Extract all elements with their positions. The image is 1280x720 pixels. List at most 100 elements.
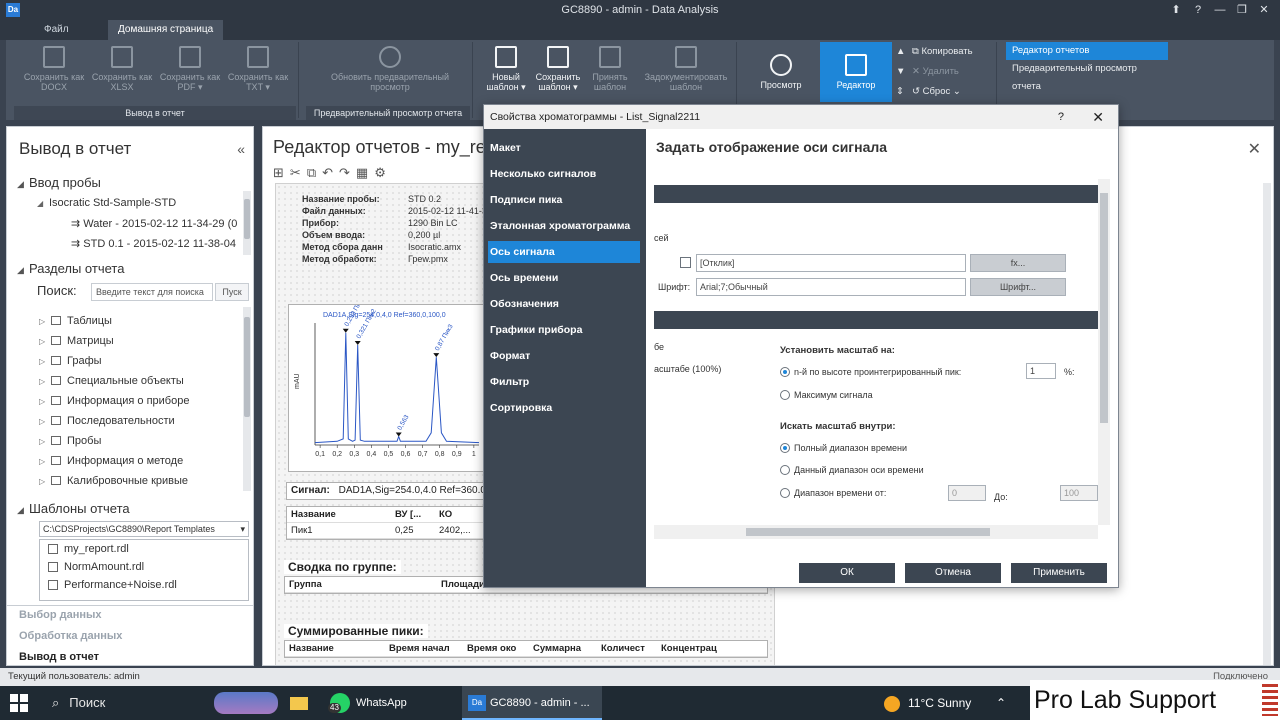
scale-nth-peak-radio[interactable] <box>780 367 790 377</box>
nav-multiple-signals[interactable]: Несколько сигналов <box>488 163 640 185</box>
tree-item-injection[interactable]: ⇉ Water - 2015-02-12 11-34-29 (0 <box>71 217 237 230</box>
reset-button[interactable]: ↺ Сброс ⌄ <box>912 86 961 97</box>
accept-template-button[interactable]: Принять шаблон <box>582 46 638 92</box>
sample-tree-scrollbar[interactable] <box>243 191 251 255</box>
taskbar-whatsapp[interactable]: 43 WhatsApp <box>328 686 454 720</box>
save-txt-button[interactable]: Сохранить как TXT ▾ <box>224 46 292 92</box>
close-window-icon[interactable]: ✕ <box>1256 2 1272 18</box>
close-editor-icon[interactable]: ✕ <box>1248 139 1261 159</box>
template-item[interactable]: Performance+Noise.rdl <box>40 576 248 594</box>
file-explorer-icon[interactable] <box>290 686 316 720</box>
refresh-preview-button[interactable]: Обновить предварительный просмотр <box>322 46 458 92</box>
fx-button[interactable]: fx... <box>970 254 1066 272</box>
search-input[interactable]: Введите текст для поиска <box>91 283 213 301</box>
section-item-tables[interactable]: ▷ Таблицы <box>39 315 112 327</box>
mode-report-preview[interactable]: Предварительный просмотр отчета <box>1006 60 1168 92</box>
section-item-matrices[interactable]: ▷ Матрицы <box>39 335 114 347</box>
apply-button[interactable]: Применить <box>1011 563 1107 583</box>
template-item[interactable]: NormAmount.rdl <box>40 558 248 576</box>
chromatogram-chart[interactable]: DAD1A,Sig=254,0,4,0 Ref=360,0,100,0 mAU 0,… <box>288 295 484 472</box>
redo-icon[interactable]: ↷ <box>339 165 356 180</box>
nav-annotations[interactable]: Обозначения <box>488 293 640 315</box>
section-report-templates[interactable]: ◢ Шаблоны отчета <box>17 501 130 516</box>
nav-instrument-curves[interactable]: Графики прибора <box>488 319 640 341</box>
response-checkbox[interactable] <box>680 257 691 268</box>
landscape-thumbnail-icon[interactable] <box>214 686 284 720</box>
tree-item-injection[interactable]: ⇉ STD 0.1 - 2015-02-12 11-38-04 <box>71 237 236 250</box>
template-item[interactable]: my_report.rdl <box>40 540 248 558</box>
collapse-panel-icon[interactable]: « <box>237 141 245 157</box>
grid-icon[interactable]: ▦ <box>356 165 374 180</box>
tab-file[interactable]: Файл <box>34 20 79 40</box>
tree-item-sample-set[interactable]: ◢ Isocratic Std-Sample-STD <box>37 197 176 209</box>
nav-time-axis[interactable]: Ось времени <box>488 267 640 289</box>
scroll-up-icon[interactable]: ▲ <box>896 46 905 57</box>
scale-n-input[interactable]: 1 <box>1026 363 1056 379</box>
save-xlsx-button[interactable]: Сохранить как XLSX <box>88 46 156 92</box>
mode-report-editor[interactable]: Редактор отчетов <box>1006 42 1168 60</box>
custom-time-range-radio[interactable] <box>780 488 790 498</box>
delete-button[interactable]: ✕ Удалить <box>912 66 959 77</box>
copy-icon[interactable]: ⧉ <box>307 165 322 180</box>
minimize-icon[interactable]: — <box>1212 2 1228 18</box>
save-docx-button[interactable]: Сохранить как DOCX <box>20 46 88 92</box>
full-time-range-radio[interactable] <box>780 443 790 453</box>
section-item-calibration[interactable]: ▷ Калибровочные кривые <box>39 475 188 487</box>
dialog-horizontal-scrollbar[interactable] <box>654 525 1098 539</box>
taskbar-active-app[interactable]: Da GC8890 - admin - ... <box>462 686 602 720</box>
axis-time-range-radio[interactable] <box>780 465 790 475</box>
nav-filter[interactable]: Фильтр <box>488 371 640 393</box>
templates-path-select[interactable]: C:\CDSProjects\GC8890\Report Templates ▾ <box>39 521 249 537</box>
scroll-down-icon[interactable]: ▼ <box>896 66 905 77</box>
windows-start-icon[interactable] <box>10 694 28 712</box>
restore-icon[interactable]: ❐ <box>1234 2 1250 18</box>
cancel-button[interactable]: Отмена <box>905 563 1001 583</box>
chevron-up-icon[interactable]: ⌃ <box>996 696 1006 710</box>
nav-layout[interactable]: Макет <box>488 137 640 159</box>
section-item-sequences[interactable]: ▷ Последовательности <box>39 415 175 427</box>
cut-icon[interactable]: ✂ <box>290 165 307 180</box>
editor-scrollbar[interactable] <box>1263 183 1271 665</box>
new-template-button[interactable]: Новый шаблон ▾ <box>478 46 534 92</box>
font-field[interactable]: Arial;7;Обычный <box>696 278 966 296</box>
ok-button[interactable]: ОК <box>799 563 895 583</box>
section-report-sections[interactable]: ◢ Разделы отчета <box>17 261 124 276</box>
undo-icon[interactable]: ↶ <box>322 165 339 180</box>
section-item-graphs[interactable]: ▷ Графы <box>39 355 102 367</box>
peak-table[interactable]: Название ВУ [... КО Пик1 0,25 2402,... <box>286 506 486 540</box>
scale-max-signal-radio[interactable] <box>780 390 790 400</box>
nav-signal-axis[interactable]: Ось сигнала <box>488 241 640 263</box>
editor-button[interactable]: Редактор <box>820 42 892 102</box>
help-icon[interactable]: ? <box>1190 2 1206 18</box>
summed-peaks-table[interactable]: Название Время начал Время око Суммарна … <box>284 640 768 658</box>
taskbar-search[interactable]: ⌕ Поиск <box>48 686 218 720</box>
dialog-vertical-scrollbar[interactable] <box>1098 179 1110 525</box>
view-button[interactable]: Просмотр <box>748 54 814 90</box>
pin-icon[interactable]: ⬆ <box>1168 2 1184 18</box>
tab-home[interactable]: Домашняя страница <box>108 20 224 40</box>
add-object-icon[interactable]: ⊞ <box>273 165 290 180</box>
settings-icon[interactable]: ⚙ <box>374 165 392 180</box>
nav-data-selection[interactable]: Выбор данных <box>19 609 102 621</box>
nav-peak-labels[interactable]: Подписи пика <box>488 189 640 211</box>
axis-title-field[interactable]: [Отклик] <box>696 254 966 272</box>
weather-widget[interactable]: 11°C Sunny <box>884 686 971 720</box>
range-from-input[interactable]: 0 <box>948 485 986 501</box>
document-template-button[interactable]: Задокументировать шаблон <box>638 46 734 92</box>
nav-sorting[interactable]: Сортировка <box>488 397 640 419</box>
nav-format[interactable]: Формат <box>488 345 640 367</box>
dialog-help-icon[interactable]: ? <box>1058 105 1064 129</box>
nav-reference-chromatogram[interactable]: Эталонная хроматограмма <box>488 215 640 237</box>
sections-scrollbar[interactable] <box>243 307 251 491</box>
save-template-button[interactable]: Сохранить шаблон ▾ <box>530 46 586 92</box>
nav-data-processing[interactable]: Обработка данных <box>19 630 122 642</box>
section-item-samples[interactable]: ▷ Пробы <box>39 435 101 447</box>
copy-button[interactable]: ⧉ Копировать <box>912 46 973 57</box>
nav-report-output[interactable]: Вывод в отчет <box>19 651 99 663</box>
section-item-method[interactable]: ▷ Информация о методе <box>39 455 183 467</box>
section-item-special[interactable]: ▷ Специальные объекты <box>39 375 184 387</box>
section-sample-input[interactable]: ◢ Ввод пробы <box>17 175 101 190</box>
font-button[interactable]: Шрифт... <box>970 278 1066 296</box>
dialog-close-icon[interactable]: ✕ <box>1092 105 1104 129</box>
save-pdf-button[interactable]: Сохранить как PDF ▾ <box>156 46 224 92</box>
